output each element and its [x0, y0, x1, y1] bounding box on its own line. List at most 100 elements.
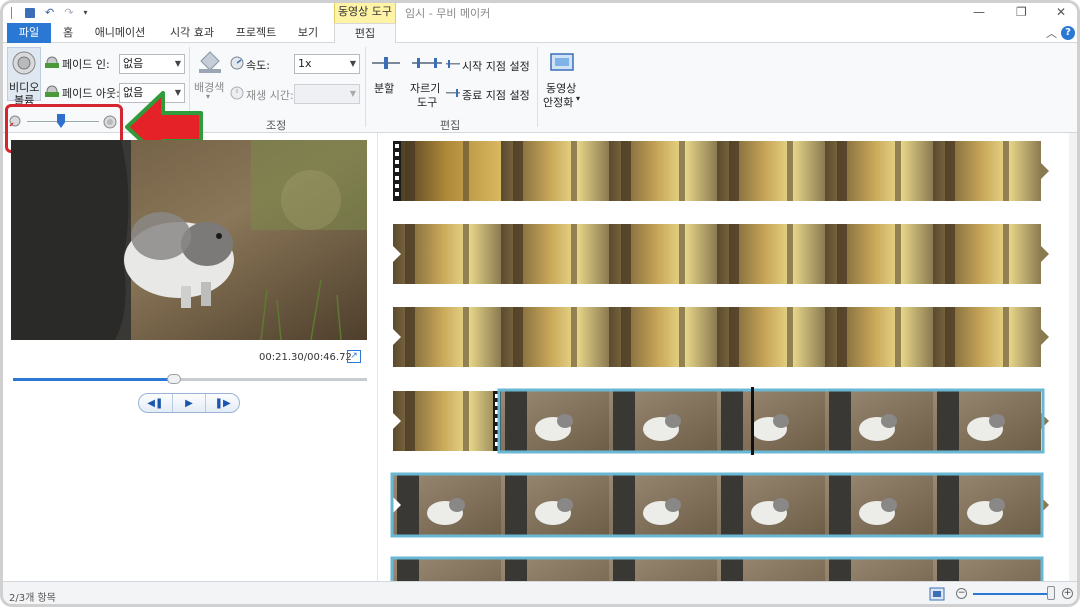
- split-icon: [372, 57, 400, 69]
- set-start-point-button[interactable]: 시작 지점 설정: [462, 58, 530, 74]
- tree-trunk: [721, 475, 743, 535]
- zoom-out-button[interactable]: −: [956, 588, 967, 599]
- tree-trunk: [787, 224, 793, 284]
- tree-trunk: [837, 224, 847, 284]
- zoom-in-button[interactable]: +: [1062, 588, 1073, 599]
- video-volume-button[interactable]: 비디오 볼륨: [7, 47, 41, 107]
- tab-animations[interactable]: 애니메이션: [89, 23, 151, 43]
- squirrel-head: [449, 498, 465, 512]
- undo-icon[interactable]: ↶: [45, 6, 54, 19]
- speaker-icon: [12, 51, 36, 75]
- tree-trunk: [721, 559, 743, 581]
- tree-trunk: [405, 224, 415, 284]
- title-bar: ↶ ↷ ▾ 동영상 도구 임시 - 무비 메이커 — ❐ ✕: [3, 3, 1077, 23]
- collapse-ribbon-icon[interactable]: ︿: [1046, 25, 1057, 41]
- video-tools-context-tab: 동영상 도구: [334, 3, 396, 23]
- set-start-icon: [446, 60, 460, 68]
- tree-trunk: [829, 391, 851, 451]
- seek-bar-thumb[interactable]: [167, 374, 182, 384]
- help-icon[interactable]: ?: [1061, 26, 1075, 40]
- fade-out-icon: [45, 85, 59, 97]
- tree-trunk: [937, 559, 959, 581]
- tree-trunk: [1003, 141, 1009, 201]
- squirrel-head: [773, 498, 789, 512]
- app-window: ↶ ↷ ▾ 동영상 도구 임시 - 무비 메이커 — ❐ ✕ 파일 홈 애니메이…: [0, 0, 1080, 607]
- clip-continue-arrow: [1041, 246, 1049, 262]
- edit-group-label: 편집: [440, 119, 461, 132]
- tree-trunk: [895, 141, 901, 201]
- tree-trunk: [613, 559, 635, 581]
- storyboard-clips: [390, 141, 1049, 581]
- playback-time: 00:21.30/00:46.72: [259, 352, 352, 363]
- restore-button[interactable]: ❐: [1016, 5, 1027, 19]
- squirrel-head: [557, 414, 573, 428]
- stabilization-icon: [550, 53, 574, 71]
- set-end-icon: [446, 89, 460, 97]
- split-button[interactable]: 분할: [374, 80, 394, 96]
- duration-label: 재생 시간:: [246, 89, 294, 102]
- speed-dropdown[interactable]: 1x ▼: [294, 54, 360, 74]
- next-frame-button[interactable]: ❚▶: [206, 394, 239, 412]
- selected-items-count: 2/3개 항목: [9, 593, 56, 604]
- trim-tool-icon: [412, 58, 442, 68]
- customize-dropdown-icon[interactable]: ▾: [83, 8, 87, 17]
- film-perforation: [395, 192, 399, 196]
- close-button[interactable]: ✕: [1056, 5, 1066, 19]
- tree-trunk: [1003, 307, 1009, 367]
- tree-trunk: [621, 224, 631, 284]
- video-preview[interactable]: [11, 140, 367, 340]
- tree-trunk: [895, 224, 901, 284]
- tree-trunk: [729, 224, 739, 284]
- tree-trunk: [513, 224, 523, 284]
- tab-visual-effects[interactable]: 시각 효과: [161, 23, 223, 43]
- tree-trunk: [937, 391, 959, 451]
- clip-continue-arrow: [1041, 163, 1049, 179]
- seek-bar[interactable]: [13, 374, 367, 384]
- film-perforation: [395, 152, 399, 156]
- play-icon: ▶: [185, 397, 193, 409]
- preview-frame-image: [11, 140, 367, 340]
- tree-trunk: [721, 391, 743, 451]
- chevron-down-icon: ▾: [206, 92, 211, 101]
- minimize-button[interactable]: —: [973, 5, 985, 19]
- status-bar: 2/3개 항목 − +: [3, 581, 1077, 604]
- tab-edit[interactable]: 편집: [334, 23, 396, 44]
- set-end-point-button[interactable]: 종료 지점 설정: [462, 87, 530, 103]
- tree-trunk: [679, 141, 685, 201]
- zoom-slider-track[interactable]: [973, 593, 1055, 595]
- fade-in-dropdown[interactable]: 없음 ▼: [119, 54, 185, 74]
- duration-icon: [230, 86, 244, 100]
- storyboard-timeline[interactable]: [379, 133, 1069, 581]
- pane-divider[interactable]: [377, 133, 378, 581]
- tree-trunk: [829, 559, 851, 581]
- duration-dropdown[interactable]: ▼: [294, 84, 360, 104]
- zoom-slider-thumb[interactable]: [1046, 586, 1055, 600]
- storyboard-view-icon[interactable]: [929, 587, 945, 601]
- quick-access-toolbar: ↶ ↷ ▾: [11, 6, 87, 19]
- paint-bucket-icon: [199, 51, 221, 73]
- tab-home[interactable]: 홈: [55, 23, 81, 43]
- film-perforation: [395, 160, 399, 164]
- film-perforation: [395, 176, 399, 180]
- tab-file[interactable]: 파일: [7, 23, 51, 43]
- speed-value: 1x: [298, 57, 312, 70]
- tab-view[interactable]: 보기: [293, 23, 323, 43]
- fade-in-value: 없음: [123, 57, 144, 70]
- window-title: 임시 - 무비 메이커: [405, 7, 491, 20]
- squirrel-head: [665, 498, 681, 512]
- previous-frame-icon: ◀❚: [147, 397, 164, 409]
- redo-icon[interactable]: ↷: [64, 6, 73, 19]
- tab-project[interactable]: 프로젝트: [231, 23, 281, 43]
- tree-trunk: [513, 141, 523, 201]
- tree-trunk: [729, 307, 739, 367]
- fullscreen-icon[interactable]: ↗: [347, 350, 361, 363]
- tree-trunk: [787, 307, 793, 367]
- stabilization-line2[interactable]: 안정화: [543, 94, 573, 110]
- play-button[interactable]: ▶: [173, 394, 207, 412]
- save-icon[interactable]: [25, 7, 35, 18]
- tree-trunk: [505, 559, 527, 581]
- film-perforation: [395, 168, 399, 172]
- trim-tool-line2[interactable]: 도구: [417, 94, 437, 110]
- storyboard-scrollbar[interactable]: [1069, 133, 1077, 581]
- previous-frame-button[interactable]: ◀❚: [139, 394, 173, 412]
